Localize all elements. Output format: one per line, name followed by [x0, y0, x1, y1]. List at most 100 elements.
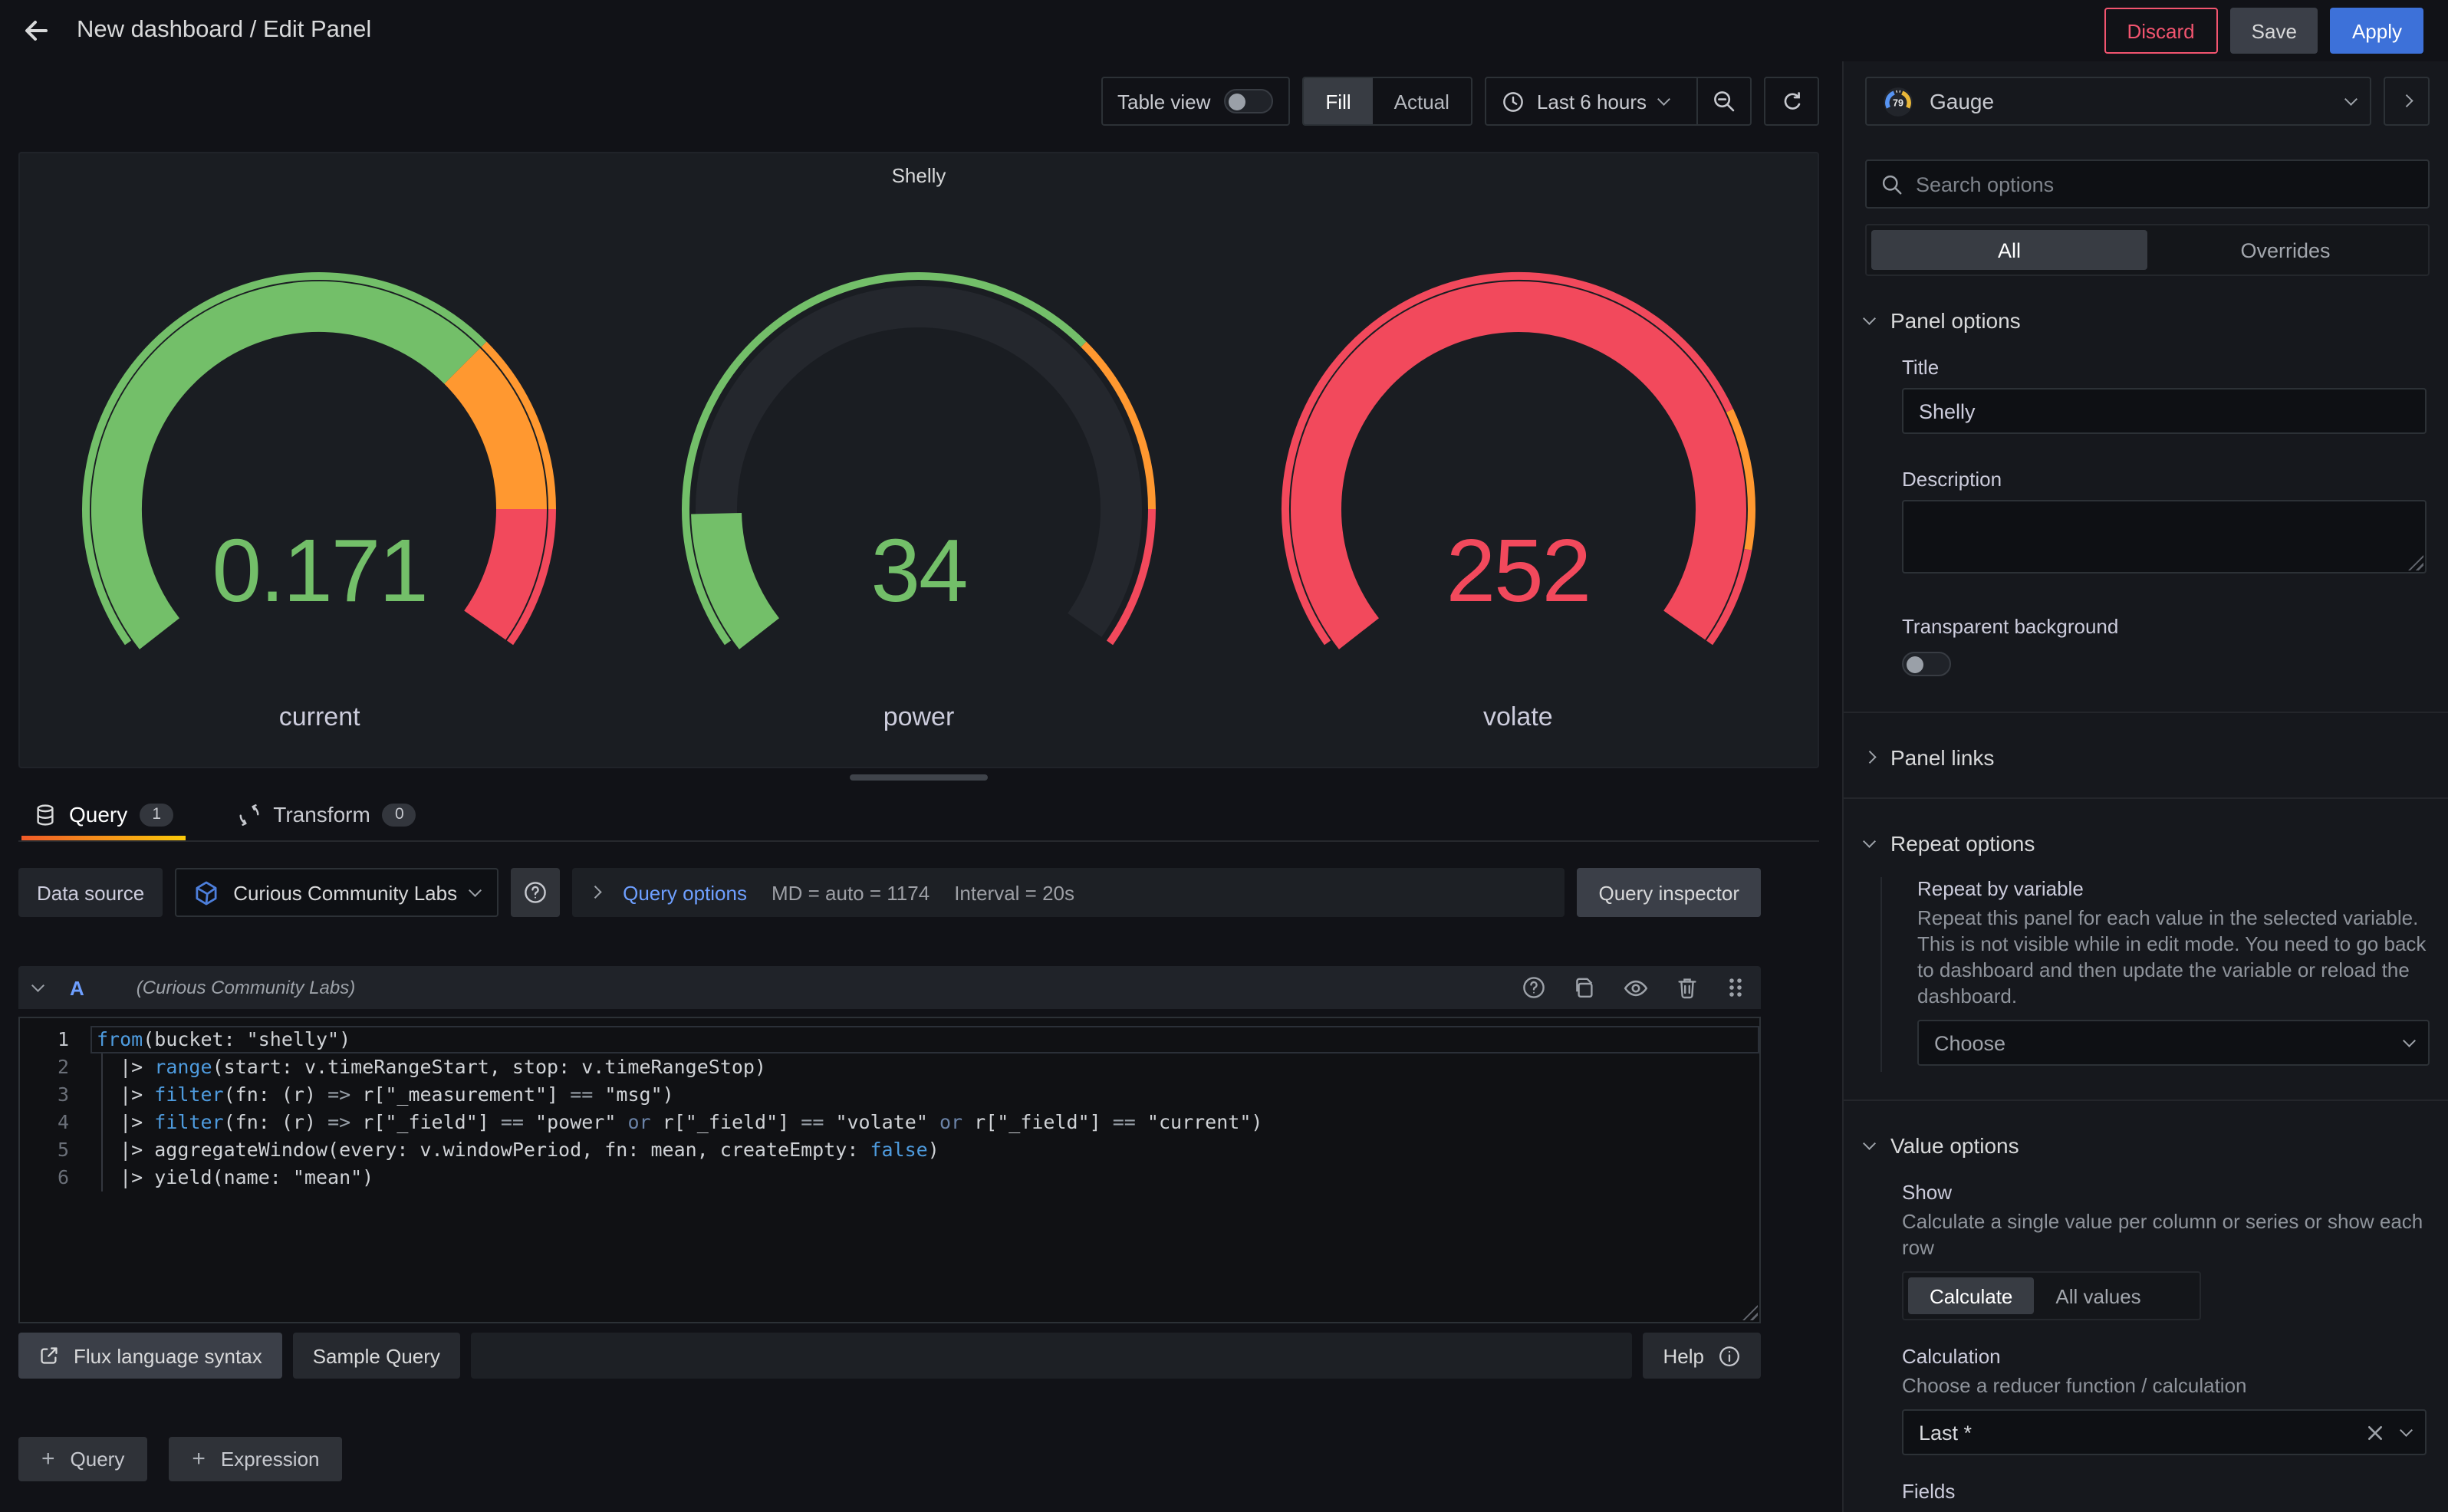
table-view-control: Table view: [1101, 77, 1291, 126]
panel-options-header[interactable]: Panel options: [1863, 308, 2430, 333]
options-sidebar: 79 Gauge All Overrides: [1842, 61, 2448, 1512]
all-values-option[interactable]: All values: [2034, 1277, 2162, 1314]
refresh-button[interactable]: [1764, 77, 1819, 126]
flux-syntax-label: Flux language syntax: [74, 1344, 262, 1367]
duplicate-icon[interactable]: [1572, 975, 1597, 1000]
chevron-down-icon: [469, 884, 482, 896]
repeat-options-header[interactable]: Repeat options: [1863, 831, 2430, 856]
gauge-value-current: 0.171: [212, 521, 429, 621]
flux-syntax-button[interactable]: Flux language syntax: [18, 1333, 282, 1379]
table-view-toggle[interactable]: [1224, 89, 1274, 113]
repeat-variable-select[interactable]: Choose: [1917, 1020, 2430, 1066]
gauge-value-power: 34: [870, 521, 968, 621]
description-label: Description: [1902, 468, 2002, 491]
clear-icon[interactable]: [2366, 1424, 2383, 1441]
query-a-header[interactable]: A (Curious Community Labs): [18, 966, 1761, 1009]
gauge-value-volate: 252: [1446, 521, 1592, 621]
tab-transform[interactable]: Transform 0: [225, 796, 429, 840]
gauge-label-volate: volate: [1482, 702, 1553, 731]
datasource-picker[interactable]: Curious Community Labs: [175, 868, 498, 917]
calculation-desc: Choose a reducer function / calculation: [1902, 1374, 2247, 1397]
code-line-6: |> yield(name: "mean"): [97, 1165, 374, 1188]
transparent-bg-toggle[interactable]: [1902, 652, 1951, 676]
options-tabs: All Overrides: [1865, 224, 2430, 276]
gauge-volate: 252 volate: [1219, 193, 1818, 733]
influxdb-icon: [193, 879, 219, 906]
datasource-help-button[interactable]: [510, 868, 560, 917]
tab-query[interactable]: Query 1: [21, 796, 186, 840]
fill-option[interactable]: Fill: [1304, 78, 1373, 124]
search-icon: [1880, 173, 1903, 196]
tab-all[interactable]: All: [1871, 230, 2147, 270]
collapse-pane-button[interactable]: [2384, 77, 2430, 126]
top-bar-actions: Discard Save Apply: [2104, 8, 2423, 54]
help-label: Help: [1663, 1344, 1705, 1367]
code-lines: from(bucket: "shelly") |> range(start: v…: [90, 1018, 1759, 1322]
transform-count-badge: 0: [382, 803, 416, 826]
panel-links-header[interactable]: Panel links: [1863, 745, 2430, 770]
datasource-name: Curious Community Labs: [233, 881, 458, 904]
apply-button[interactable]: Apply: [2330, 8, 2423, 54]
fields-label: Fields: [1902, 1480, 1956, 1503]
visualization-picker[interactable]: 79 Gauge: [1865, 77, 2371, 126]
time-range-control: Last 6 hours: [1484, 77, 1752, 126]
chevron-down-icon: [2402, 1034, 2415, 1047]
options-search-input[interactable]: [1916, 173, 2414, 196]
tab-query-label: Query: [69, 802, 128, 827]
viz-row: 79 Gauge: [1865, 77, 2430, 126]
value-options-body: Show Calculate a single value per column…: [1865, 1181, 2430, 1512]
trash-icon[interactable]: [1675, 975, 1699, 1000]
value-options-title: Value options: [1890, 1133, 2019, 1158]
discard-button[interactable]: Discard: [2104, 8, 2218, 54]
collapse-chevron-icon[interactable]: [31, 979, 44, 991]
panel-toolbar: Table view Fill Actual Last 6 hours: [18, 77, 1819, 126]
query-options-link[interactable]: Query options: [623, 881, 747, 904]
calculation-select[interactable]: Last *: [1902, 1409, 2427, 1455]
description-textarea[interactable]: [1902, 500, 2427, 574]
chevron-right-icon: [2400, 95, 2413, 107]
actual-option[interactable]: Actual: [1373, 78, 1471, 124]
query-count-badge: 1: [140, 803, 174, 826]
indent-guide: [101, 1053, 103, 1192]
chevron-down-icon: [2344, 93, 2357, 105]
sample-query-button[interactable]: Sample Query: [292, 1333, 460, 1379]
gauge-current: 0.171 current: [20, 193, 619, 733]
help-icon[interactable]: [1522, 975, 1546, 1000]
section-divider: [1844, 797, 2448, 799]
zoom-out-button[interactable]: [1696, 78, 1750, 124]
chevron-right-icon[interactable]: [587, 886, 600, 899]
panel-resize-handle[interactable]: [850, 774, 988, 781]
time-range-picker[interactable]: Last 6 hours: [1486, 78, 1683, 124]
chevron-down-icon: [2399, 1424, 2412, 1436]
value-options-header[interactable]: Value options: [1863, 1133, 2430, 1158]
content: Table view Fill Actual Last 6 hours Shel…: [0, 61, 2448, 1512]
calculate-option[interactable]: Calculate: [1908, 1277, 2035, 1314]
repeat-by-variable-desc: Repeat this panel for each value in the …: [1917, 906, 2427, 1007]
add-query-button[interactable]: + Query: [18, 1437, 148, 1481]
section-divider: [1844, 1099, 2448, 1101]
tab-overrides[interactable]: Overrides: [2147, 230, 2423, 270]
query-a-card: A (Curious Community Labs) 1 2 3 4 5 6 f…: [18, 966, 1819, 1323]
drag-handle-icon[interactable]: [1726, 975, 1746, 1000]
help-button[interactable]: Help: [1643, 1333, 1761, 1379]
textarea-resize-handle[interactable]: [2408, 555, 2423, 570]
show-desc: Calculate a single value per column or s…: [1902, 1210, 2423, 1259]
gauge-label-current: current: [278, 702, 360, 731]
gauge-panel-title: Shelly: [891, 164, 946, 187]
query-ref: A: [70, 976, 84, 999]
gauge-panel[interactable]: Shelly 0.171 current 34 power 252 volate: [18, 152, 1819, 768]
fit-mode-group: Fill Actual: [1302, 77, 1472, 126]
transform-icon: [238, 803, 261, 826]
code-gutter: 123456: [57, 1027, 69, 1188]
repeat-options-title: Repeat options: [1890, 831, 2035, 856]
back-button[interactable]: [21, 15, 52, 46]
options-search: [1865, 159, 2430, 209]
gauge-power: 34 power: [619, 193, 1218, 733]
eye-icon[interactable]: [1623, 975, 1649, 1001]
save-button[interactable]: Save: [2229, 8, 2318, 54]
add-expression-button[interactable]: + Expression: [169, 1437, 343, 1481]
panel-title-input[interactable]: [1902, 388, 2427, 434]
chevron-down-icon: [1863, 835, 1876, 847]
flux-code-editor[interactable]: 123456 from(bucket: "shelly") |> range(s…: [18, 1017, 1761, 1323]
query-inspector-button[interactable]: Query inspector: [1577, 868, 1761, 917]
